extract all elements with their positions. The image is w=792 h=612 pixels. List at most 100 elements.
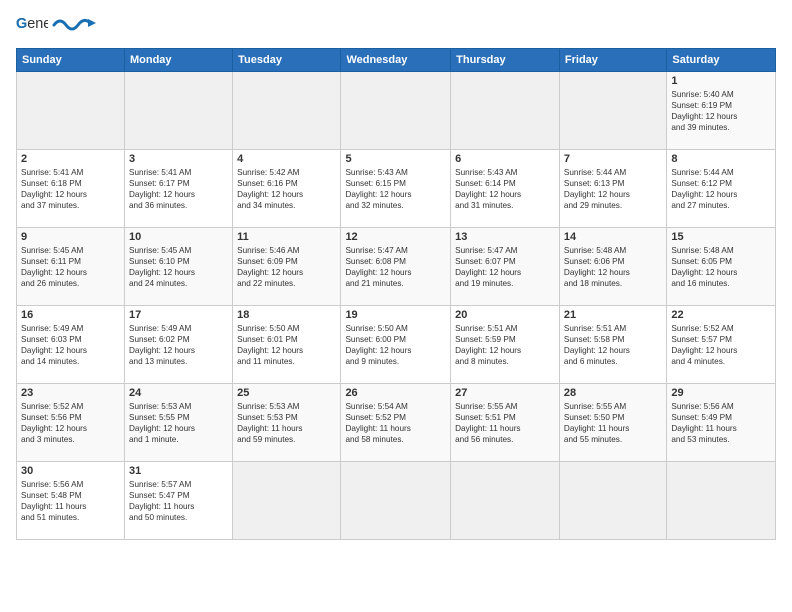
calendar-cell: 2 Sunrise: 5:41 AM Sunset: 6:18 PM Daylig…	[17, 150, 125, 228]
weekday-header-thursday: Thursday	[451, 49, 560, 72]
day-info: Sunrise: 5:47 AM Sunset: 6:07 PM Dayligh…	[455, 245, 555, 289]
day-info: Sunrise: 5:49 AM Sunset: 6:02 PM Dayligh…	[129, 323, 228, 367]
calendar-cell	[17, 72, 125, 150]
day-info: Sunrise: 5:48 AM Sunset: 6:05 PM Dayligh…	[671, 245, 771, 289]
calendar-cell: 20 Sunrise: 5:51 AM Sunset: 5:59 PM Dayli…	[451, 306, 560, 384]
calendar-cell: 19 Sunrise: 5:50 AM Sunset: 6:00 PM Dayli…	[341, 306, 451, 384]
day-info: Sunrise: 5:51 AM Sunset: 5:58 PM Dayligh…	[564, 323, 662, 367]
calendar-table: SundayMondayTuesdayWednesdayThursdayFrid…	[16, 48, 776, 540]
calendar-cell	[341, 72, 451, 150]
day-info: Sunrise: 5:51 AM Sunset: 5:59 PM Dayligh…	[455, 323, 555, 367]
calendar-cell: 17 Sunrise: 5:49 AM Sunset: 6:02 PM Dayli…	[124, 306, 232, 384]
calendar-cell: 27 Sunrise: 5:55 AM Sunset: 5:51 PM Dayli…	[451, 384, 560, 462]
day-number: 6	[455, 153, 555, 165]
calendar-cell	[667, 462, 776, 540]
calendar-cell	[559, 72, 666, 150]
day-info: Sunrise: 5:55 AM Sunset: 5:51 PM Dayligh…	[455, 401, 555, 445]
day-number: 15	[671, 231, 771, 243]
day-info: Sunrise: 5:41 AM Sunset: 6:17 PM Dayligh…	[129, 167, 228, 211]
day-info: Sunrise: 5:49 AM Sunset: 6:03 PM Dayligh…	[21, 323, 120, 367]
calendar-cell: 25Sunrise: 5:53 AM Sunset: 5:53 PM Dayli…	[233, 384, 341, 462]
weekday-header-wednesday: Wednesday	[341, 49, 451, 72]
calendar-cell: 23 Sunrise: 5:52 AM Sunset: 5:56 PM Dayli…	[17, 384, 125, 462]
calendar-week-5: 23 Sunrise: 5:52 AM Sunset: 5:56 PM Dayli…	[17, 384, 776, 462]
day-number: 19	[345, 309, 446, 321]
logo-wave-icon	[52, 15, 102, 33]
weekday-header-row: SundayMondayTuesdayWednesdayThursdayFrid…	[17, 49, 776, 72]
day-info: Sunrise: 5:57 AM Sunset: 5:47 PM Dayligh…	[129, 479, 228, 523]
day-info: Sunrise: 5:55 AM Sunset: 5:50 PM Dayligh…	[564, 401, 662, 445]
weekday-header-tuesday: Tuesday	[233, 49, 341, 72]
calendar-cell: 29 Sunrise: 5:56 AM Sunset: 5:49 PM Dayli…	[667, 384, 776, 462]
calendar-week-2: 2 Sunrise: 5:41 AM Sunset: 6:18 PM Daylig…	[17, 150, 776, 228]
logo-icon: General G	[16, 12, 48, 40]
calendar-cell: 7Sunrise: 5:44 AM Sunset: 6:13 PM Daylig…	[559, 150, 666, 228]
day-info: Sunrise: 5:56 AM Sunset: 5:48 PM Dayligh…	[21, 479, 120, 523]
calendar-cell	[451, 462, 560, 540]
day-info: Sunrise: 5:56 AM Sunset: 5:49 PM Dayligh…	[671, 401, 771, 445]
day-info: Sunrise: 5:45 AM Sunset: 6:10 PM Dayligh…	[129, 245, 228, 289]
calendar-week-4: 16 Sunrise: 5:49 AM Sunset: 6:03 PM Dayli…	[17, 306, 776, 384]
day-info: Sunrise: 5:45 AM Sunset: 6:11 PM Dayligh…	[21, 245, 120, 289]
day-number: 1	[671, 75, 771, 87]
calendar-cell: 14Sunrise: 5:48 AM Sunset: 6:06 PM Dayli…	[559, 228, 666, 306]
day-info: Sunrise: 5:43 AM Sunset: 6:15 PM Dayligh…	[345, 167, 446, 211]
day-info: Sunrise: 5:54 AM Sunset: 5:52 PM Dayligh…	[345, 401, 446, 445]
day-number: 9	[21, 231, 120, 243]
calendar-cell: 21Sunrise: 5:51 AM Sunset: 5:58 PM Dayli…	[559, 306, 666, 384]
day-number: 4	[237, 153, 336, 165]
calendar-week-6: 30Sunrise: 5:56 AM Sunset: 5:48 PM Dayli…	[17, 462, 776, 540]
day-info: Sunrise: 5:52 AM Sunset: 5:56 PM Dayligh…	[21, 401, 120, 445]
calendar-cell	[233, 462, 341, 540]
day-number: 3	[129, 153, 228, 165]
calendar-week-1: 1 Sunrise: 5:40 AM Sunset: 6:19 PM Daylig…	[17, 72, 776, 150]
day-number: 29	[671, 387, 771, 399]
day-info: Sunrise: 5:53 AM Sunset: 5:55 PM Dayligh…	[129, 401, 228, 445]
calendar-cell	[124, 72, 232, 150]
page: General G SundayMondayTuesdayWednesdayTh…	[0, 0, 792, 548]
day-info: Sunrise: 5:47 AM Sunset: 6:08 PM Dayligh…	[345, 245, 446, 289]
calendar-cell: 13Sunrise: 5:47 AM Sunset: 6:07 PM Dayli…	[451, 228, 560, 306]
day-number: 16	[21, 309, 120, 321]
calendar-cell: 26 Sunrise: 5:54 AM Sunset: 5:52 PM Dayli…	[341, 384, 451, 462]
weekday-header-sunday: Sunday	[17, 49, 125, 72]
day-number: 26	[345, 387, 446, 399]
calendar-cell	[341, 462, 451, 540]
calendar-cell: 31Sunrise: 5:57 AM Sunset: 5:47 PM Dayli…	[124, 462, 232, 540]
calendar-cell: 1 Sunrise: 5:40 AM Sunset: 6:19 PM Daylig…	[667, 72, 776, 150]
day-number: 12	[345, 231, 446, 243]
day-number: 27	[455, 387, 555, 399]
day-number: 28	[564, 387, 662, 399]
header: General G	[16, 12, 776, 40]
calendar-cell: 18Sunrise: 5:50 AM Sunset: 6:01 PM Dayli…	[233, 306, 341, 384]
day-info: Sunrise: 5:50 AM Sunset: 6:01 PM Dayligh…	[237, 323, 336, 367]
weekday-header-monday: Monday	[124, 49, 232, 72]
calendar-cell: 6 Sunrise: 5:43 AM Sunset: 6:14 PM Daylig…	[451, 150, 560, 228]
day-info: Sunrise: 5:44 AM Sunset: 6:12 PM Dayligh…	[671, 167, 771, 211]
day-number: 2	[21, 153, 120, 165]
calendar-cell: 12 Sunrise: 5:47 AM Sunset: 6:08 PM Dayli…	[341, 228, 451, 306]
day-number: 20	[455, 309, 555, 321]
day-number: 23	[21, 387, 120, 399]
svg-text:G: G	[16, 16, 27, 32]
day-number: 5	[345, 153, 446, 165]
calendar-cell	[559, 462, 666, 540]
calendar-cell: 5 Sunrise: 5:43 AM Sunset: 6:15 PM Daylig…	[341, 150, 451, 228]
day-info: Sunrise: 5:42 AM Sunset: 6:16 PM Dayligh…	[237, 167, 336, 211]
calendar-cell: 10 Sunrise: 5:45 AM Sunset: 6:10 PM Dayli…	[124, 228, 232, 306]
day-number: 17	[129, 309, 228, 321]
calendar-cell: 22Sunrise: 5:52 AM Sunset: 5:57 PM Dayli…	[667, 306, 776, 384]
day-number: 7	[564, 153, 662, 165]
calendar-cell: 24Sunrise: 5:53 AM Sunset: 5:55 PM Dayli…	[124, 384, 232, 462]
day-number: 22	[671, 309, 771, 321]
day-number: 14	[564, 231, 662, 243]
day-info: Sunrise: 5:41 AM Sunset: 6:18 PM Dayligh…	[21, 167, 120, 211]
day-info: Sunrise: 5:40 AM Sunset: 6:19 PM Dayligh…	[671, 89, 771, 133]
calendar-cell: 15 Sunrise: 5:48 AM Sunset: 6:05 PM Dayli…	[667, 228, 776, 306]
calendar-cell	[451, 72, 560, 150]
calendar-cell: 30Sunrise: 5:56 AM Sunset: 5:48 PM Dayli…	[17, 462, 125, 540]
logo: General G	[16, 12, 102, 40]
day-number: 10	[129, 231, 228, 243]
day-info: Sunrise: 5:43 AM Sunset: 6:14 PM Dayligh…	[455, 167, 555, 211]
day-info: Sunrise: 5:50 AM Sunset: 6:00 PM Dayligh…	[345, 323, 446, 367]
